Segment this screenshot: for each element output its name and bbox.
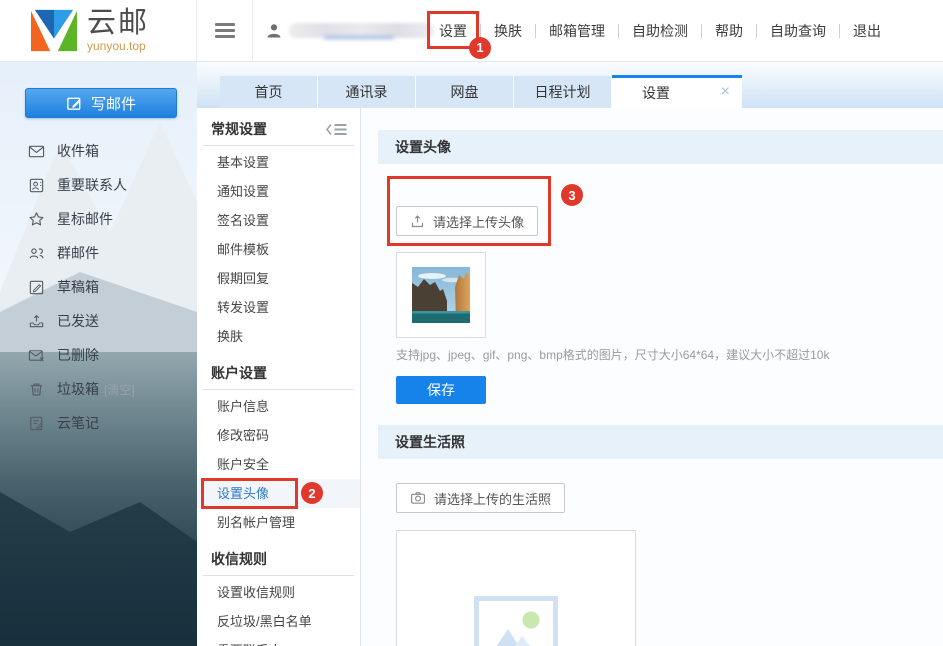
settings-nav-avatar[interactable]: 设置头像 2 xyxy=(197,479,360,508)
contacts-icon xyxy=(28,177,45,194)
divider xyxy=(203,389,354,390)
life-photo-section-body: 请选择上传的生活照 xyxy=(378,459,943,646)
tab-netdisk[interactable]: 网盘 xyxy=(416,75,514,108)
menu-toggle-icon[interactable] xyxy=(197,0,253,61)
collapse-panel-icon[interactable] xyxy=(326,123,348,136)
sidebar-item-drafts[interactable]: 草稿箱 xyxy=(0,270,197,304)
topnav-self-query[interactable]: 自助查询 xyxy=(768,17,828,45)
avatar-image xyxy=(412,267,470,323)
sidebar-item-vip-contacts[interactable]: 重要联系人 xyxy=(0,168,197,202)
divider xyxy=(480,24,481,38)
annotation-step-2: 2 xyxy=(301,482,323,504)
divider xyxy=(701,24,702,38)
settings-nav-account-info[interactable]: 账户信息 xyxy=(197,392,360,421)
top-nav: 设置 1 换肤 邮箱管理 自助检测 帮助 自助查询 退出 xyxy=(426,17,894,45)
draft-icon xyxy=(28,279,45,296)
avatar-preview-frame xyxy=(396,252,486,338)
settings-nav-notify[interactable]: 通知设置 xyxy=(197,177,360,206)
annotation-step-1: 1 xyxy=(469,37,491,59)
divider xyxy=(203,575,354,576)
logo: 云邮 yunyou.top xyxy=(0,0,197,61)
settings-nav-template[interactable]: 邮件模板 xyxy=(197,235,360,264)
top-header: 云邮 yunyou.top 设置 1 换肤 邮箱管理 xyxy=(0,0,943,62)
logo-text: 云邮 yunyou.top xyxy=(87,9,149,52)
webmail-app: 云邮 yunyou.top 设置 1 换肤 邮箱管理 xyxy=(0,0,943,646)
settings-nav-vacation[interactable]: 假期回复 xyxy=(197,264,360,293)
topnav-mailbox-manage[interactable]: 邮箱管理 xyxy=(547,17,607,45)
settings-nav-account-security[interactable]: 账户安全 xyxy=(197,450,360,479)
divider xyxy=(756,24,757,38)
tab-contacts[interactable]: 通讯录 xyxy=(318,75,416,108)
settings-section-receive-rules: 收信规则 xyxy=(197,546,360,572)
notes-icon xyxy=(28,415,45,432)
tab-settings[interactable]: 设置 × xyxy=(612,75,742,108)
settings-nav-antispam[interactable]: 反垃圾/黑白名单 xyxy=(197,607,360,636)
settings-nav-alias-accounts[interactable]: 别名帐户管理 xyxy=(197,508,360,537)
logo-title: 云邮 xyxy=(87,9,149,38)
yunyou-logo-icon xyxy=(31,8,77,54)
avatar-format-hint: 支持jpg、jpeg、gif、png、bmp格式的图片，尺寸大小64*64，建议… xyxy=(396,346,943,363)
upload-avatar-button[interactable]: 请选择上传头像 xyxy=(396,206,538,236)
topnav-settings[interactable]: 设置 1 xyxy=(437,17,469,45)
pencil-square-icon xyxy=(66,95,83,112)
topnav-logout[interactable]: 退出 xyxy=(851,17,883,45)
account-name-redacted-2 xyxy=(324,36,394,39)
save-button[interactable]: 保存 xyxy=(396,376,486,404)
topnav-skin[interactable]: 换肤 xyxy=(492,17,524,45)
life-photo-section-title: 设置生活照 xyxy=(378,425,943,459)
annotation-step-3: 3 xyxy=(561,184,583,206)
user-icon xyxy=(265,22,283,40)
folder-list: 收件箱 重要联系人 星标邮件 xyxy=(0,134,197,440)
sidebar-item-sent[interactable]: 已发送 xyxy=(0,304,197,338)
settings-nav-signature[interactable]: 签名设置 xyxy=(197,206,360,235)
mail-sidebar: 写邮件 收件箱 重要联系人 xyxy=(0,62,197,646)
avatar-section-body: 请选择上传头像 3 xyxy=(378,164,943,404)
sidebar-item-group-mail[interactable]: 群邮件 xyxy=(0,236,197,270)
sidebar-item-notes[interactable]: 云笔记 xyxy=(0,406,197,440)
settings-nav-basic[interactable]: 基本设置 xyxy=(197,148,360,177)
topnav-help[interactable]: 帮助 xyxy=(713,17,745,45)
tab-home[interactable]: 首页 xyxy=(220,75,318,108)
camera-icon xyxy=(410,490,426,506)
close-tab-icon[interactable]: × xyxy=(721,84,730,100)
settings-section-general: 常规设置 xyxy=(197,116,360,142)
sidebar-item-trash[interactable]: 垃圾箱 [清空] xyxy=(0,372,197,406)
compose-button[interactable]: 写邮件 xyxy=(25,88,177,118)
star-icon xyxy=(28,211,45,228)
divider xyxy=(618,24,619,38)
settings-nav-forward[interactable]: 转发设置 xyxy=(197,293,360,322)
divider xyxy=(535,24,536,38)
avatar-section-title: 设置头像 xyxy=(378,130,943,164)
divider xyxy=(839,24,840,38)
divider xyxy=(203,145,354,146)
trash-icon xyxy=(28,381,45,398)
image-placeholder-icon xyxy=(474,596,558,646)
settings-nav: 常规设置 基本设置 通知设置 签名设置 邮件模板 假期回复 转发设置 换肤 账户… xyxy=(197,108,361,646)
inbox-icon xyxy=(28,143,45,160)
upload-icon xyxy=(410,214,425,229)
group-icon xyxy=(28,245,45,262)
sidebar-item-starred[interactable]: 星标邮件 xyxy=(0,202,197,236)
account-dropdown[interactable] xyxy=(265,22,410,40)
settings-nav-vip-contacts[interactable]: 重要联系人 xyxy=(197,636,360,646)
tab-schedule[interactable]: 日程计划 xyxy=(514,75,612,108)
settings-nav-change-password[interactable]: 修改密码 xyxy=(197,421,360,450)
deleted-mail-icon xyxy=(28,347,45,364)
settings-nav-skin[interactable]: 换肤 xyxy=(197,322,360,351)
settings-nav-receive-rules[interactable]: 设置收信规则 xyxy=(197,578,360,607)
sent-icon xyxy=(28,313,45,330)
trash-empty-link[interactable]: [清空] xyxy=(104,381,135,398)
sidebar-item-inbox[interactable]: 收件箱 xyxy=(0,134,197,168)
sidebar-item-deleted[interactable]: 已删除 xyxy=(0,338,197,372)
settings-section-account: 账户设置 xyxy=(197,360,360,386)
settings-main: 设置头像 请选择上传头像 3 xyxy=(361,108,943,646)
life-photo-placeholder-frame xyxy=(396,530,636,646)
topnav-self-check[interactable]: 自助检测 xyxy=(630,17,690,45)
upload-life-photo-button[interactable]: 请选择上传的生活照 xyxy=(396,483,565,513)
tab-bar: 首页 通讯录 网盘 日程计划 设置 × xyxy=(197,62,943,108)
logo-subtitle: yunyou.top xyxy=(87,40,149,52)
